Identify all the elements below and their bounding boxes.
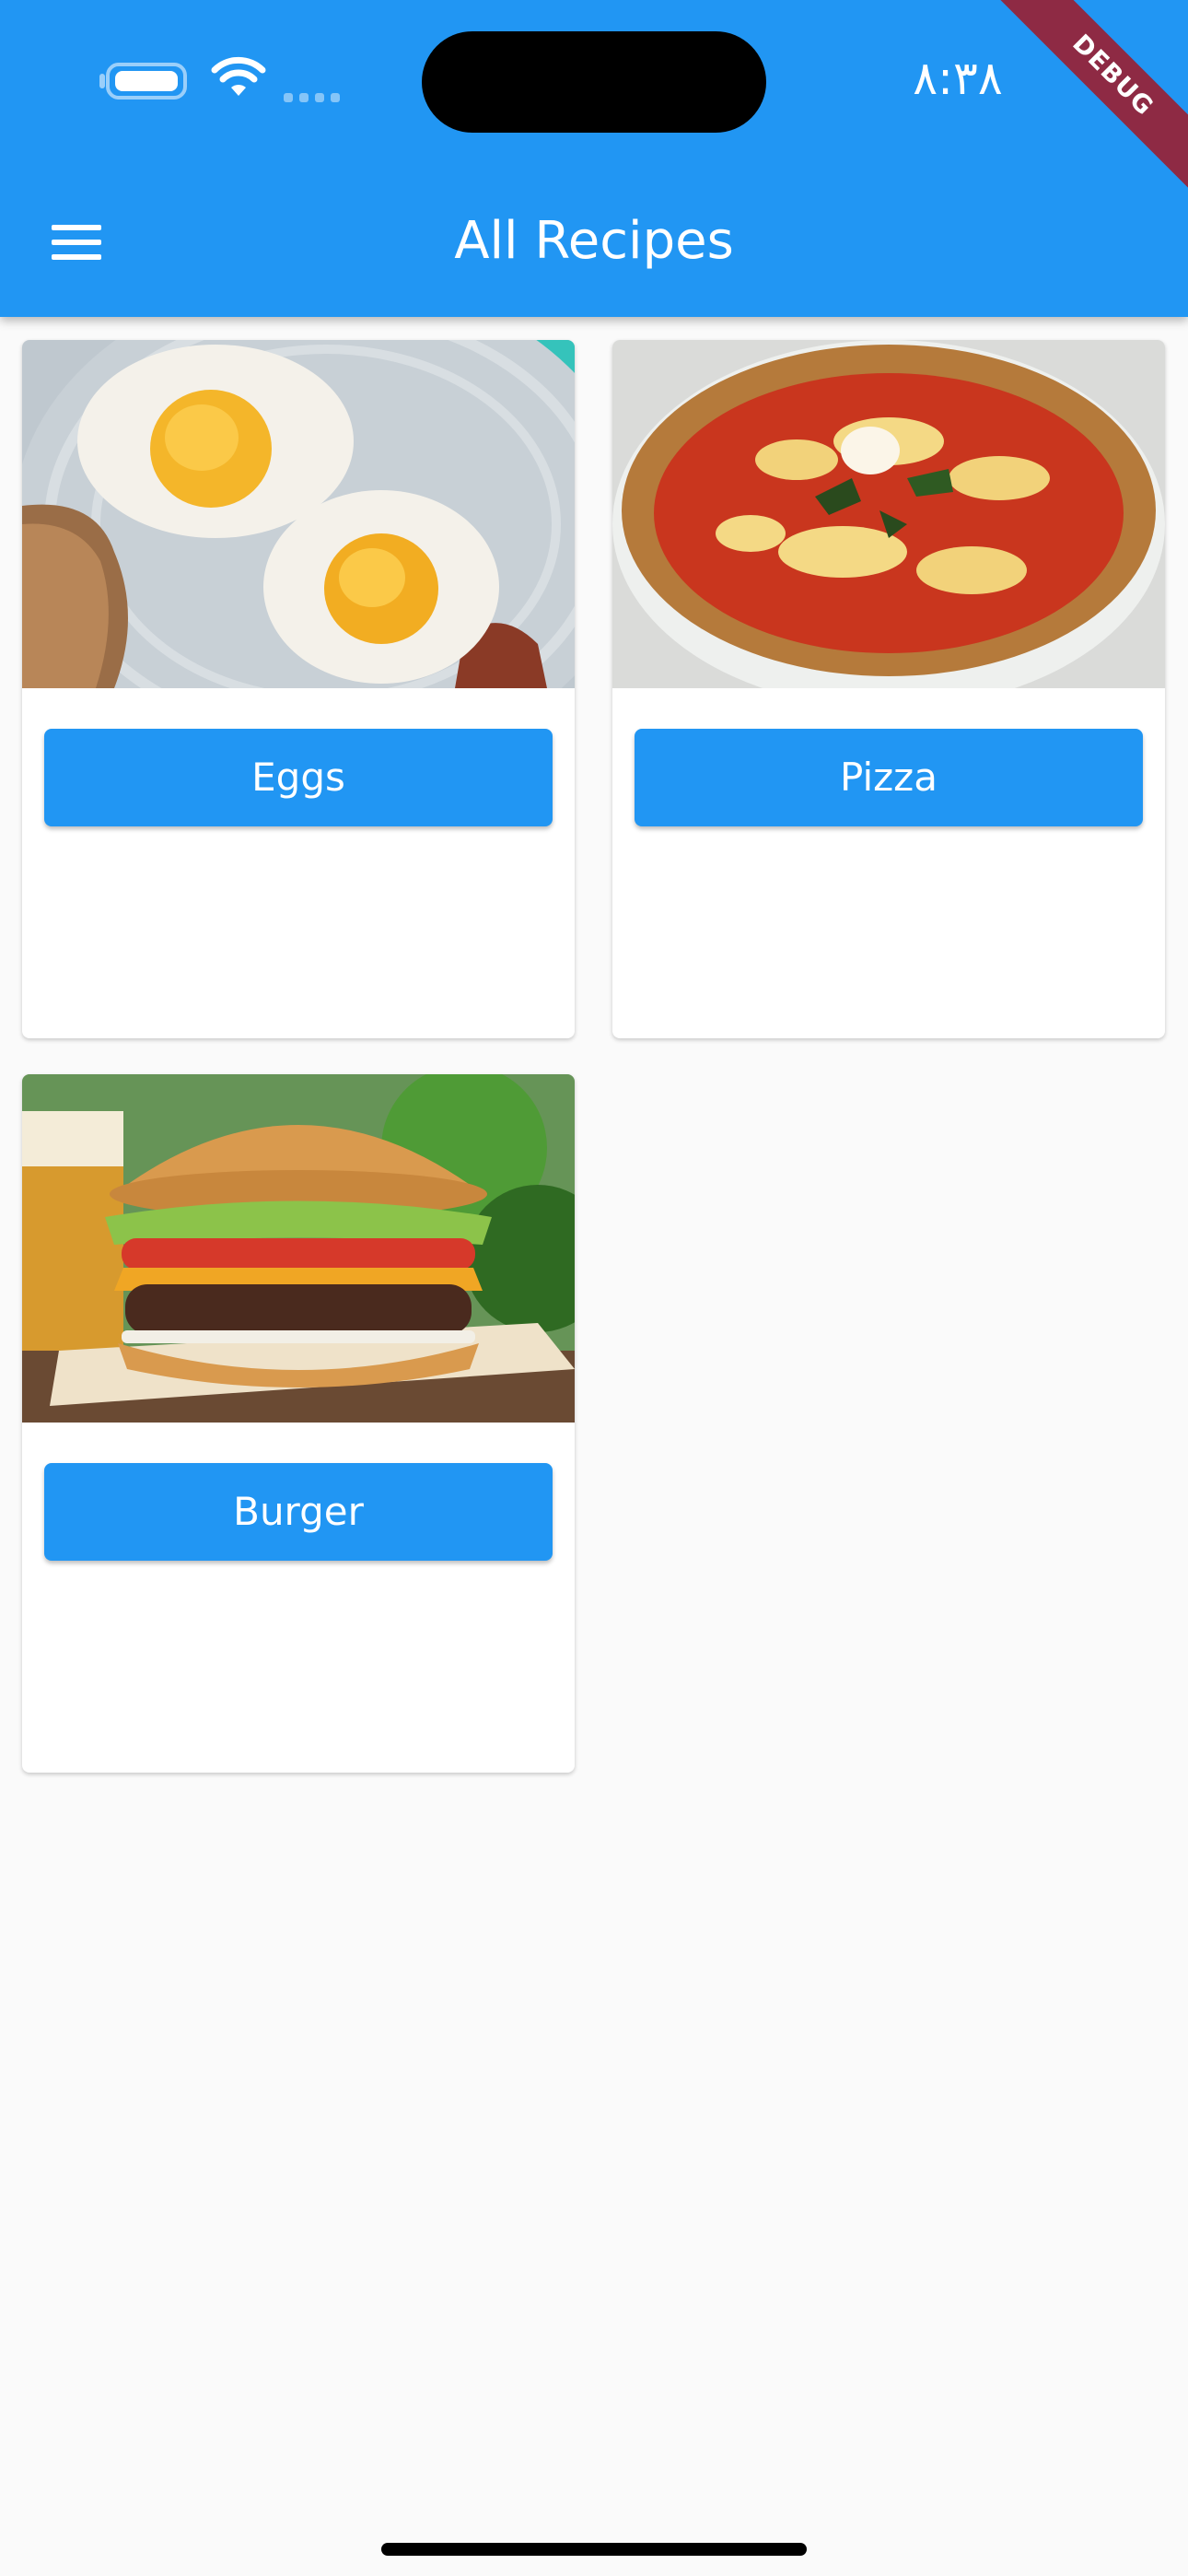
home-indicator[interactable] [381, 2543, 807, 2556]
status-bar: ٨:٣٨ [0, 0, 1188, 166]
dynamic-island [422, 31, 766, 133]
status-time: ٨:٣٨ [913, 52, 1003, 105]
burger-image [22, 1074, 575, 1423]
cellular-signal-icon [284, 88, 348, 102]
pizza-image [612, 340, 1165, 688]
eggs-button[interactable]: Eggs [44, 729, 553, 826]
recipe-card-pizza: Pizza [612, 340, 1165, 1038]
battery-nub [99, 74, 105, 88]
burger-button[interactable]: Burger [44, 1463, 553, 1561]
battery-icon [106, 63, 187, 100]
app-bar: ٨:٣٨ All Recipes [0, 0, 1188, 317]
recipe-grid: Eggs Pizza Burger [0, 317, 1188, 2528]
recipe-card-burger: Burger [22, 1074, 575, 1773]
wifi-icon [211, 56, 266, 96]
pizza-button[interactable]: Pizza [635, 729, 1143, 826]
recipe-card-eggs: Eggs [22, 340, 575, 1038]
page-title: All Recipes [454, 211, 734, 271]
eggs-image [22, 340, 575, 688]
